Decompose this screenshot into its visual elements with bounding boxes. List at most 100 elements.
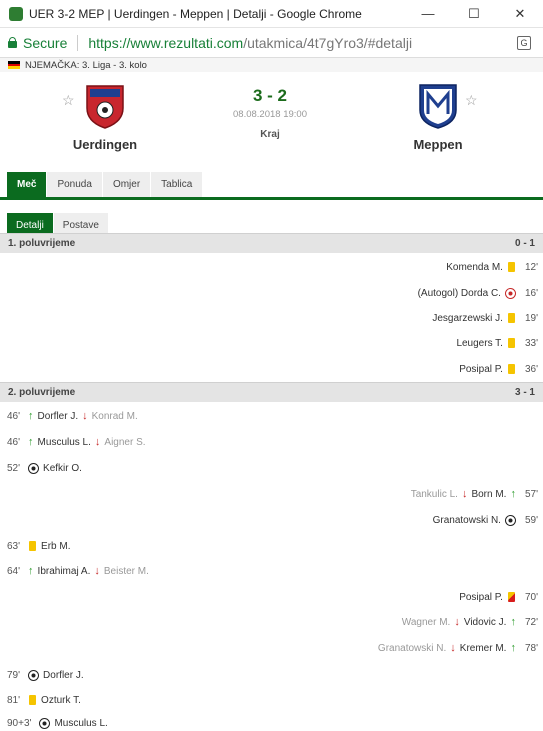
player-in[interactable]: Kremer M. (460, 643, 507, 654)
sub-out-arrow-icon: ↓ (82, 410, 88, 422)
second-half-header: 2. poluvrijeme 3 - 1 (0, 382, 543, 402)
player-name[interactable]: (Autogol) Dorda C. (418, 288, 501, 299)
player-name[interactable]: Erb M. (41, 541, 70, 552)
sub-in-arrow-icon: ↑ (510, 642, 516, 654)
score-block: 3 - 2 08.08.2018 19:00 Kraj (200, 86, 340, 140)
player-name[interactable]: Jesgarzewski J. (432, 313, 503, 324)
player-out[interactable]: Aigner S. (104, 437, 145, 448)
goal-ball-icon (39, 717, 51, 729)
half-label: 1. poluvrijeme (8, 238, 76, 249)
event-row: 46' ↑ Dorfler J. ↓ Konrad M. (7, 409, 138, 423)
away-team-name: Meppen (413, 137, 463, 152)
url-host: https://www.rezultati.com (88, 34, 244, 51)
event-minute: 59' (524, 514, 538, 526)
match-status: Kraj (260, 129, 280, 140)
event-row: 81' Ozturk T. (7, 693, 81, 707)
player-name[interactable]: Posipal P. (459, 364, 503, 375)
event-row: Wagner M. ↓ Vidovic J. ↑ 72' (402, 615, 538, 629)
player-name[interactable]: Leugers T. (456, 338, 503, 349)
home-team-name: Uerdingen (72, 137, 138, 152)
yellow-card-icon (29, 695, 37, 705)
uerdingen-logo-icon (86, 85, 124, 129)
sub-out-arrow-icon: ↓ (94, 565, 100, 577)
event-minute: 72' (524, 616, 538, 628)
league-bar[interactable]: NJEMAČKA: 3. Liga - 3. kolo (0, 58, 543, 72)
match-tabs: Meč Ponuda Omjer Tablica (0, 172, 543, 200)
maximize-icon[interactable]: ☐ (451, 0, 497, 28)
favorite-away-star-icon[interactable]: ☆ (465, 92, 478, 109)
sub-out-arrow-icon: ↓ (461, 488, 468, 500)
event-minute: 78' (524, 642, 538, 654)
event-row: 90+3' Musculus L. (7, 716, 108, 730)
player-name[interactable]: Posipal P. (459, 592, 503, 603)
translate-icon[interactable]: G (517, 35, 531, 50)
goal-ball-icon (28, 669, 40, 681)
home-team[interactable]: Uerdingen (50, 82, 160, 152)
address-bar[interactable]: Secure https://www.rezultati.com/utakmic… (0, 28, 543, 58)
match-date: 08.08.2018 19:00 (233, 109, 307, 120)
player-name[interactable]: Komenda M. (446, 262, 503, 273)
player-in[interactable]: Vidovic J. (464, 617, 507, 628)
event-minute: 90+3' (7, 717, 32, 729)
site-favicon-icon (9, 6, 23, 21)
event-minute: 63' (7, 540, 21, 552)
own-goal-icon (504, 287, 516, 299)
yellow-card-icon (507, 262, 515, 272)
germany-flag-icon (8, 61, 20, 70)
yellow-card-icon (507, 338, 515, 348)
league-name: NJEMAČKA: 3. Liga - 3. kolo (25, 59, 147, 71)
player-name[interactable]: Musculus L. (54, 718, 107, 729)
player-out[interactable]: Granatowski N. (378, 643, 446, 654)
event-row: Posipal P. 36' (459, 362, 538, 376)
goal-ball-icon (28, 462, 40, 474)
close-icon[interactable]: ✕ (497, 0, 543, 28)
event-row: Tankulic L. ↓ Born M. ↑ 57' (411, 487, 538, 501)
player-out[interactable]: Beister M. (104, 566, 149, 577)
first-half-header: 1. poluvrijeme 0 - 1 (0, 233, 543, 253)
player-name[interactable]: Granatowski N. (433, 515, 501, 526)
player-out[interactable]: Tankulic L. (411, 489, 458, 500)
yellow-card-icon (507, 313, 515, 323)
event-minute: 52' (7, 462, 21, 474)
sub-in-arrow-icon: ↑ (28, 565, 34, 577)
event-row: (Autogol) Dorda C. 16' (418, 286, 538, 300)
half-score: 3 - 1 (514, 387, 535, 398)
sub-out-arrow-icon: ↓ (94, 436, 101, 448)
address-divider (77, 34, 79, 51)
event-minute: 36' (524, 363, 538, 375)
tab-tablica[interactable]: Tablica (151, 172, 203, 197)
event-minute: 79' (7, 669, 21, 681)
event-row: 52' Kefkir O. (7, 461, 82, 475)
half-label: 2. poluvrijeme (8, 387, 76, 398)
event-minute: 33' (524, 337, 538, 349)
player-name[interactable]: Kefkir O. (43, 463, 82, 474)
event-row: Granatowski N. 59' (433, 513, 538, 527)
yellow-card-icon (29, 541, 37, 551)
event-row: 79' Dorfler J. (7, 668, 84, 682)
minimize-icon[interactable]: — (405, 0, 451, 28)
window-titlebar: UER 3-2 MEP | Uerdingen - Meppen | Detal… (0, 0, 543, 28)
event-minute: 46' (7, 410, 21, 422)
url-path: /utakmica/4t7gYro3/#detalji (243, 34, 413, 51)
player-out[interactable]: Konrad M. (92, 411, 138, 422)
event-minute: 19' (524, 312, 538, 324)
lock-icon (8, 37, 17, 48)
sub-out-arrow-icon: ↓ (454, 616, 460, 628)
player-name[interactable]: Ozturk T. (41, 695, 81, 706)
event-row: Komenda M. 12' (446, 260, 538, 274)
player-in[interactable]: Musculus L. (38, 437, 91, 448)
event-row: 46' ↑ Musculus L. ↓ Aigner S. (7, 435, 146, 449)
tab-mec[interactable]: Meč (7, 172, 47, 197)
url-text[interactable]: https://www.rezultati.com/utakmica/4t7gY… (88, 35, 517, 51)
tab-omjer[interactable]: Omjer (102, 172, 151, 197)
player-out[interactable]: Wagner M. (402, 617, 451, 628)
event-minute: 57' (524, 488, 538, 500)
player-in[interactable]: Ibrahimaj A. (38, 566, 91, 577)
event-minute: 70' (524, 591, 538, 603)
tab-ponuda[interactable]: Ponuda (47, 172, 102, 197)
event-row: Posipal P. 70' (459, 590, 538, 604)
player-in[interactable]: Born M. (471, 489, 506, 500)
player-in[interactable]: Dorfler J. (38, 411, 79, 422)
event-minute: 16' (524, 287, 538, 299)
player-name[interactable]: Dorfler J. (43, 670, 84, 681)
